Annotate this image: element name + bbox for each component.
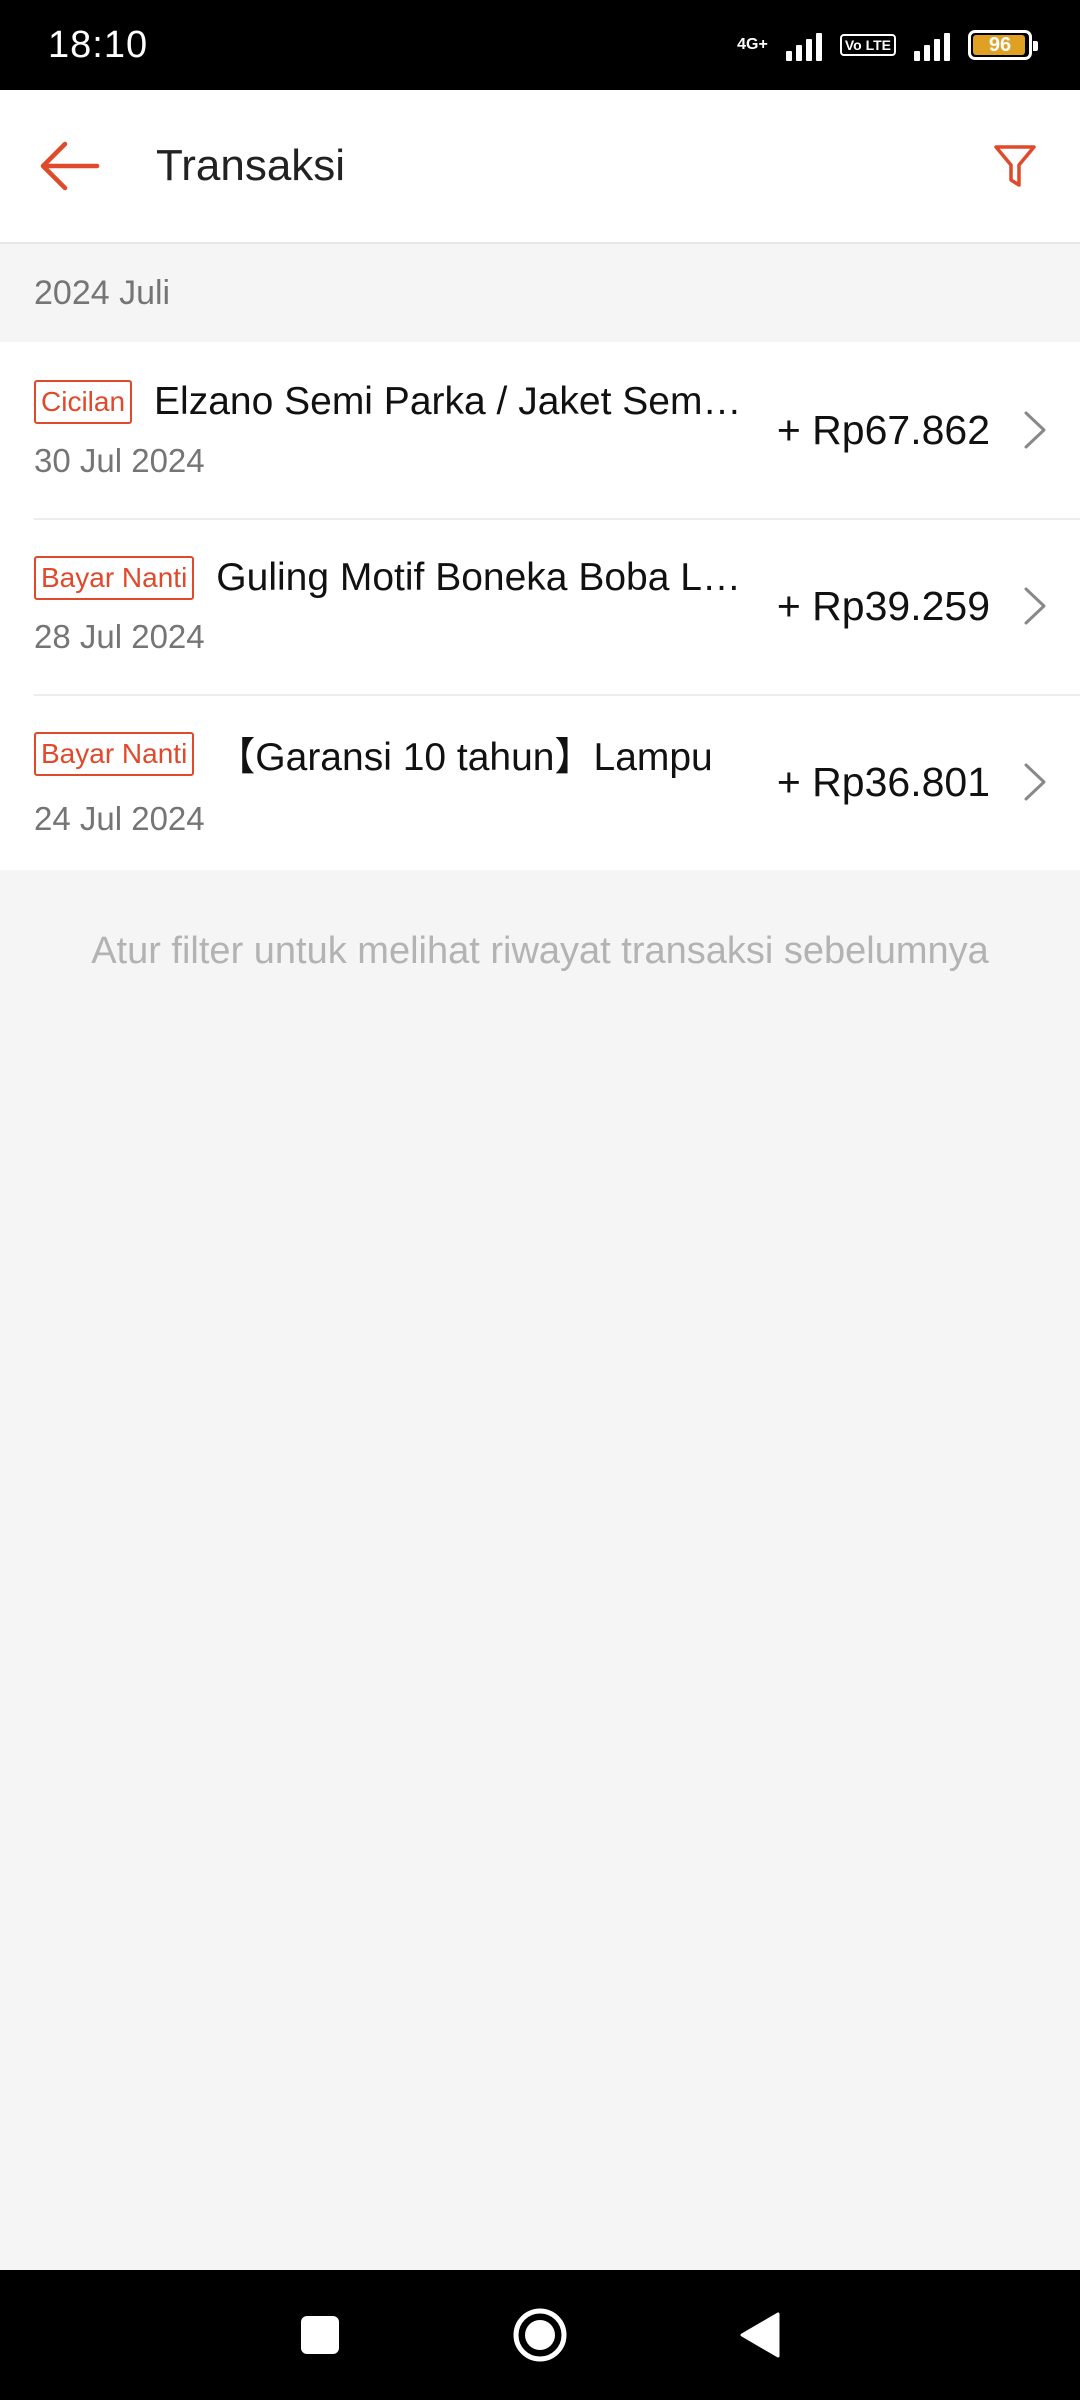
arrow-left-icon (40, 141, 100, 191)
payment-type-badge: Bayar Nanti (34, 556, 195, 600)
transaction-amount: + Rp67.862 (776, 406, 990, 453)
back-nav-button[interactable] (725, 2300, 795, 2370)
volte-icon: Vo LTE (839, 34, 896, 56)
status-icons: 4G+ Vo LTE 96 (737, 29, 1038, 61)
month-label: 2024 Juli (34, 273, 171, 312)
chevron-right-icon (990, 342, 1080, 518)
app-header: Transaksi (0, 90, 1080, 244)
filter-hint-text: Atur filter untuk melihat riwayat transa… (91, 930, 989, 972)
status-bar: 18:10 4G+ Vo LTE 96 (0, 0, 1080, 90)
transaction-amount: + Rp36.801 (776, 758, 990, 805)
home-button[interactable] (505, 2300, 575, 2370)
page-title: Transaksi (156, 141, 346, 190)
battery-icon: 96 (968, 30, 1038, 60)
triangle-back-icon (740, 2312, 780, 2358)
payment-type-badge: Bayar Nanti (34, 732, 195, 776)
transaction-name: Guling Motif Boneka Boba Lucu (216, 556, 747, 599)
system-nav-bar (0, 2270, 1080, 2400)
transaction-name: Elzano Semi Parka / Jaket Semi Parka (154, 380, 747, 423)
signal-icon-2 (914, 29, 950, 61)
filter-icon (994, 145, 1036, 187)
battery-level: 96 (988, 33, 1012, 56)
filter-button[interactable] (950, 89, 1080, 243)
transaction-amount: + Rp39.259 (776, 582, 990, 629)
chevron-right-icon (990, 694, 1080, 870)
recents-button[interactable] (285, 2300, 355, 2370)
transaction-name: 【Garansi 10 tahun】Lampu (216, 736, 713, 779)
transaction-row[interactable]: Bayar Nanti 【Garansi 10 tahun】Lampu 24 J… (0, 694, 1080, 870)
chevron-right-icon (990, 518, 1080, 694)
payment-type-badge: Cicilan (34, 380, 133, 424)
transaction-date: 30 Jul 2024 (34, 442, 205, 479)
month-section-header: 2024 Juli (0, 244, 1080, 342)
signal-icon (785, 29, 822, 61)
status-time: 18:10 (48, 23, 149, 66)
transaction-row[interactable]: Cicilan Elzano Semi Parka / Jaket Semi P… (0, 342, 1080, 518)
transaction-date: 24 Jul 2024 (34, 800, 205, 837)
square-icon (301, 2316, 339, 2354)
transaction-date: 28 Jul 2024 (34, 618, 205, 655)
transaction-row[interactable]: Bayar Nanti Guling Motif Boneka Boba Luc… (0, 518, 1080, 694)
transaction-list: Cicilan Elzano Semi Parka / Jaket Semi P… (0, 342, 1080, 870)
circle-icon (513, 2308, 567, 2362)
network-type-label: 4G+ (737, 36, 768, 53)
back-button[interactable] (0, 89, 140, 243)
